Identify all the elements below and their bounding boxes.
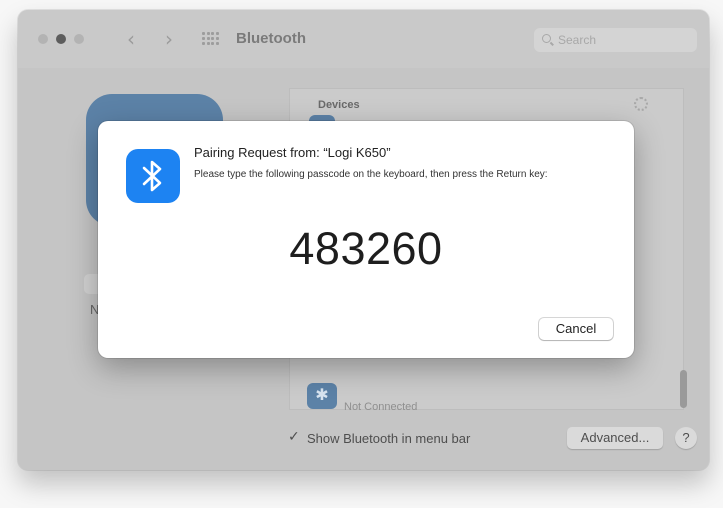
show-all-grid-icon[interactable] bbox=[202, 32, 219, 45]
spinner-icon bbox=[634, 97, 648, 111]
chevron-left-icon: ‹ bbox=[127, 27, 135, 51]
forward-button[interactable]: › bbox=[159, 27, 179, 51]
device-bluetooth-icon: ✱ bbox=[307, 383, 337, 409]
dialog-message: Please type the following passcode on th… bbox=[194, 169, 548, 180]
cancel-button[interactable]: Cancel bbox=[539, 318, 613, 340]
window-titlebar: ‹ › Bluetooth Search bbox=[18, 10, 709, 68]
help-button[interactable]: ? bbox=[675, 427, 697, 449]
search-icon bbox=[542, 34, 551, 43]
bluetooth-rune-icon bbox=[142, 160, 162, 192]
show-in-menu-bar-label[interactable]: Show Bluetooth in menu bar bbox=[307, 431, 470, 446]
pairing-request-dialog: Pairing Request from: “Logi K650” Please… bbox=[98, 121, 634, 358]
devices-header: Devices bbox=[318, 99, 360, 111]
minimize-window-button[interactable] bbox=[56, 34, 66, 44]
devices-scrollbar[interactable] bbox=[680, 370, 687, 408]
show-in-menu-bar-checkbox[interactable]: ✓ bbox=[288, 429, 300, 445]
zoom-window-button[interactable] bbox=[74, 34, 84, 44]
device-status: Not Connected bbox=[344, 401, 418, 413]
search-field[interactable]: Search bbox=[534, 28, 697, 52]
search-placeholder: Search bbox=[558, 33, 597, 47]
chevron-right-icon: › bbox=[165, 27, 173, 51]
passcode: 483260 bbox=[289, 223, 443, 274]
bluetooth-icon bbox=[126, 149, 180, 203]
back-button[interactable]: ‹ bbox=[121, 27, 141, 51]
dialog-title: Pairing Request from: “Logi K650” bbox=[194, 145, 391, 160]
close-window-button[interactable] bbox=[38, 34, 48, 44]
advanced-button[interactable]: Advanced... bbox=[567, 427, 663, 449]
window-title: Bluetooth bbox=[236, 30, 306, 47]
